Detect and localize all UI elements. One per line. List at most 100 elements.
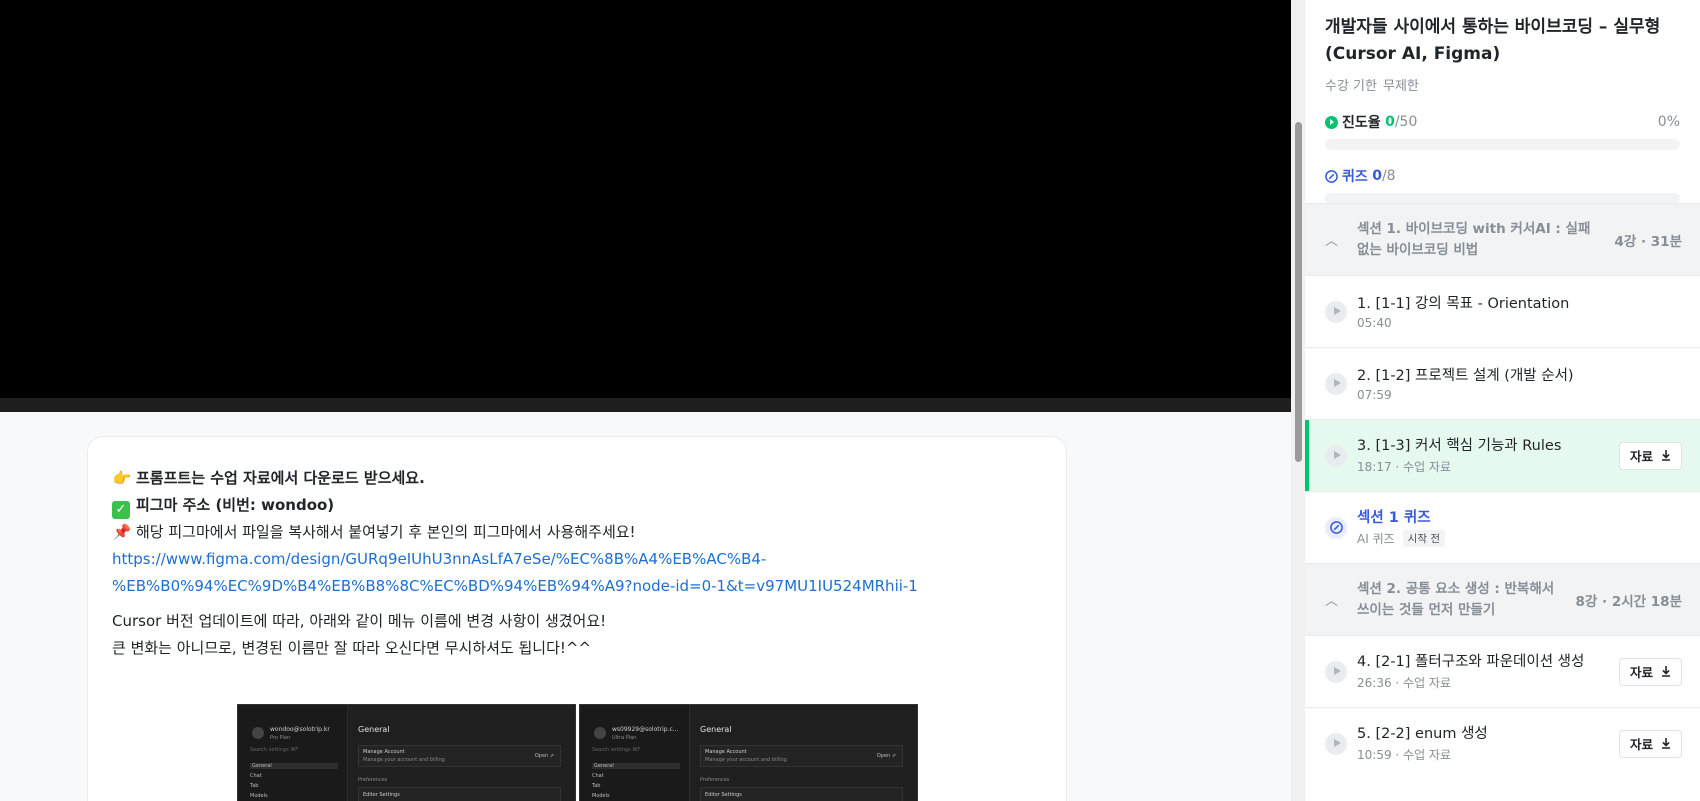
- shot-nav-item: Models: [250, 793, 268, 799]
- resource-download-button[interactable]: 자료: [1618, 441, 1682, 470]
- settings-screenshots: wondoo@solotrip.kr Pro Plan Search setti…: [237, 704, 918, 801]
- pushpin-icon: 📌: [112, 523, 132, 541]
- section-quiz-item[interactable]: 섹션 1 퀴즈 AI 퀴즈 시작 전: [1305, 491, 1700, 563]
- resource-label: 자료: [1629, 666, 1653, 680]
- settings-screenshot-left: wondoo@solotrip.kr Pro Plan Search setti…: [237, 704, 576, 801]
- shot-account: ws09929@solotrip.c...: [612, 726, 679, 733]
- shot-nav-item: Chat: [592, 773, 604, 779]
- section-header-1[interactable]: ︿ 섹션 1. 바이브코딩 with 커서AI : 실패 없는 바이브코딩 비법…: [1305, 203, 1700, 275]
- curriculum-sidebar: 개발자들 사이에서 통하는 바이브코딩 – 실무형 (Cursor AI, Fi…: [1305, 0, 1700, 801]
- figma-link-part2[interactable]: %EB%B0%94%EC%9D%B4%EB%B8%8C%EC%BD%94%EB%…: [112, 577, 918, 595]
- shot-plan: Ultra Plan: [612, 735, 637, 741]
- lecture-item[interactable]: 5. [2-2] enum 생성 10:59 · 수업 자료 자료: [1305, 707, 1700, 779]
- check-mark-icon: ✓: [112, 501, 130, 519]
- quiz-edit-icon: [1325, 516, 1347, 539]
- app-root: 👉 프롬프트는 수업 자료에서 다운로드 받으세요. ✓ 피그마 주소 (비번: w…: [0, 0, 1700, 801]
- download-icon: [1662, 738, 1670, 749]
- course-title: 개발자들 사이에서 통하는 바이브코딩 – 실무형 (Cursor AI, Fi…: [1325, 17, 1661, 64]
- progress-done: 0: [1385, 114, 1395, 130]
- shot-nav-item: General: [592, 763, 680, 769]
- video-control-bar[interactable]: [0, 398, 1291, 412]
- note-para-ignore: 큰 변화는 아니므로, 변경된 이름만 잘 따라 오신다면 무시하셔도 됩니다!…: [112, 639, 592, 657]
- video-player[interactable]: [0, 0, 1291, 398]
- shot-card-title: Manage Account: [705, 749, 747, 755]
- chevron-up-icon: ︿: [1325, 234, 1339, 249]
- shot-card-btn: Open ⇗: [876, 753, 896, 759]
- lecture-sub: 18:17 · 수업 자료: [1357, 460, 1452, 474]
- shot-card-btn: Open ⇗: [534, 753, 554, 759]
- progress-percent: 0%: [1657, 114, 1680, 130]
- resource-label: 자료: [1629, 738, 1653, 752]
- shot-nav-item: General: [250, 763, 338, 769]
- section-header-2[interactable]: ︿ 섹션 2. 공통 요소 생성 : 반복해서 쓰이는 것들 먼저 만들기 8강…: [1305, 563, 1700, 635]
- shot-card2-title: Editor Settings: [363, 792, 400, 798]
- quiz-total: /8: [1381, 168, 1396, 184]
- avatar: [594, 727, 606, 739]
- main-content: 👉 프롬프트는 수업 자료에서 다운로드 받으세요. ✓ 피그마 주소 (비번: w…: [0, 0, 1291, 801]
- period-label: 수강 기한: [1325, 79, 1377, 94]
- resource-label: 자료: [1629, 450, 1653, 464]
- lecture-item[interactable]: 1. [1-1] 강의 목표 - Orientation 05:40: [1305, 275, 1700, 347]
- shot-pref: Preferences: [358, 777, 388, 783]
- shot-search: Search settings ⌘F: [592, 747, 641, 753]
- lecture-item[interactable]: 4. [2-1] 폴터구조와 파운데이션 생성 26:36 · 수업 자료 자료: [1305, 635, 1700, 707]
- lecture-title: 4. [2-1] 폴터구조와 파운데이션 생성: [1357, 654, 1585, 670]
- settings-screenshot-right: ws09929@solotrip.c... Ultra Plan Search …: [579, 704, 918, 801]
- figma-link-part1[interactable]: https://www.figma.com/design/GURq9eIUhU3…: [112, 550, 766, 568]
- shot-nav-item: Tab: [250, 783, 259, 789]
- shot-plan: Pro Plan: [270, 735, 291, 741]
- shot-header: General: [700, 725, 732, 734]
- lecture-sub: 10:59 · 수업 자료: [1357, 748, 1452, 762]
- lecture-title: 1. [1-1] 강의 목표 - Orientation: [1357, 295, 1570, 312]
- note-line-copy: 📌 해당 피그마에서 파일을 복사해서 붙여넣기 후 본인의 피그마에서 사용해주…: [112, 519, 1042, 546]
- progress-play-icon: [1325, 115, 1338, 129]
- play-icon: [1325, 660, 1347, 683]
- note-line-prompt-text: 프롬프트는 수업 자료에서 다운로드 받으세요.: [136, 469, 425, 487]
- lecture-title: 2. [1-2] 프로젝트 설계 (개발 순서): [1357, 367, 1574, 384]
- shot-nav-item: Chat: [250, 773, 262, 779]
- play-icon: [1325, 372, 1347, 395]
- pointing-hand-icon: 👉: [112, 469, 132, 487]
- quiz-edit-icon: [1325, 169, 1338, 183]
- course-period: 수강 기한 무제한: [1325, 75, 1680, 94]
- shot-card2: Editor Settings: [700, 787, 903, 801]
- note-line-copy-text: 해당 피그마에서 파일을 복사해서 붙여넣기 후 본인의 피그마에서 사용해주세…: [136, 523, 636, 541]
- lecture-sub: 05:40: [1357, 315, 1392, 330]
- progress-row: 진도율 0/50 0%: [1325, 112, 1680, 132]
- shot-nav-item: Tab: [592, 783, 601, 789]
- note-line-figma-text: 피그마 주소 (비번: wondoo): [136, 496, 335, 514]
- lecture-title: 3. [1-3] 커서 핵심 기능과 Rules: [1357, 438, 1562, 454]
- section-meta: 8강 · 2시간 18분: [1575, 593, 1682, 610]
- shot-pref: Preferences: [700, 777, 730, 783]
- shot-card-sub: Manage your account and billing: [705, 757, 787, 763]
- sidebar-header: 개발자들 사이에서 통하는 바이브코딩 – 실무형 (Cursor AI, Fi…: [1305, 0, 1700, 204]
- shot-card-title: Manage Account: [363, 749, 405, 755]
- play-icon: [1325, 732, 1347, 755]
- section-title: 섹션 1. 바이브코딩 with 커서AI : 실패 없는 바이브코딩 비법: [1357, 220, 1591, 258]
- period-value: 무제한: [1382, 79, 1419, 94]
- progress-bar: [1325, 139, 1680, 150]
- shot-card2-title: Editor Settings: [705, 792, 742, 798]
- resource-download-button[interactable]: 자료: [1618, 657, 1682, 686]
- play-icon: [1325, 444, 1347, 467]
- quiz-sub: AI 퀴즈: [1357, 532, 1395, 546]
- resource-download-button[interactable]: 자료: [1618, 729, 1682, 758]
- quiz-done: 0: [1372, 168, 1382, 184]
- shot-account: wondoo@solotrip.kr: [270, 726, 330, 733]
- shot-card2: Editor Settings: [358, 787, 561, 801]
- lecture-title: 5. [2-2] enum 생성: [1357, 726, 1488, 742]
- section-title: 섹션 2. 공통 요소 생성 : 반복해서 쓰이는 것들 먼저 만들기: [1357, 580, 1555, 618]
- download-icon: [1662, 666, 1670, 677]
- quiz-title: 섹션 1 퀴즈: [1357, 510, 1431, 526]
- note-line-prompt: 👉 프롬프트는 수업 자료에서 다운로드 받으세요.: [112, 465, 1042, 492]
- lecture-item[interactable]: 2. [1-2] 프로젝트 설계 (개발 순서) 07:59: [1305, 347, 1700, 419]
- avatar: [252, 727, 264, 739]
- lecture-note-card: 👉 프롬프트는 수업 자료에서 다운로드 받으세요. ✓ 피그마 주소 (비번: w…: [87, 436, 1067, 801]
- figma-link[interactable]: https://www.figma.com/design/GURq9eIUhU3…: [112, 546, 1042, 600]
- curriculum-list: ︿ 섹션 1. 바이브코딩 with 커서AI : 실패 없는 바이브코딩 비법…: [1305, 203, 1700, 779]
- shot-card: Manage Account Manage your account and b…: [700, 745, 903, 767]
- main-scrollbar-thumb[interactable]: [1295, 122, 1302, 462]
- quiz-status-badge: 시작 전: [1402, 530, 1445, 547]
- lecture-item-active[interactable]: 3. [1-3] 커서 핵심 기능과 Rules 18:17 · 수업 자료 자료: [1305, 419, 1700, 491]
- lecture-sub: 26:36 · 수업 자료: [1357, 676, 1452, 690]
